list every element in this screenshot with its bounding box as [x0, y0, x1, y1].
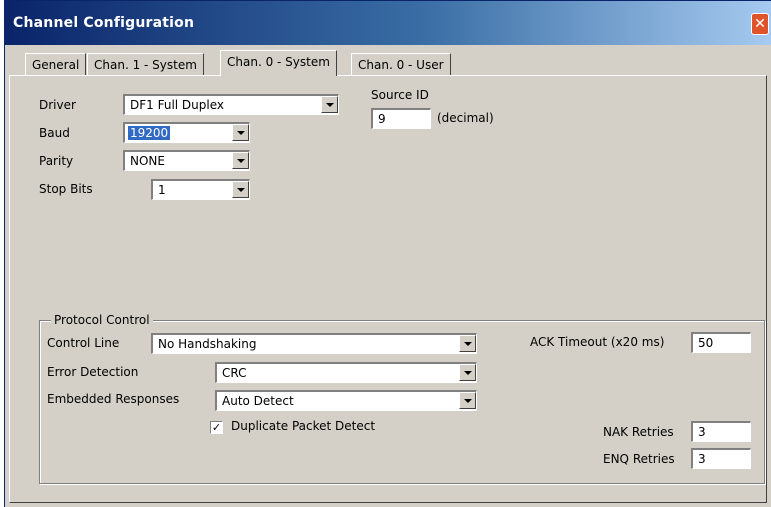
tab-general[interactable]: General: [25, 53, 87, 75]
chevron-down-icon[interactable]: [459, 364, 476, 381]
control-line-select[interactable]: No Handshaking: [151, 333, 477, 354]
source-id-input[interactable]: 9: [371, 108, 431, 129]
duplicate-packet-checkbox[interactable]: ✓: [210, 421, 223, 434]
driver-select[interactable]: DF1 Full Duplex: [123, 94, 339, 115]
ack-timeout-value: 50: [698, 336, 714, 350]
chevron-down-icon[interactable]: [232, 152, 249, 169]
driver-value: DF1 Full Duplex: [130, 98, 224, 112]
protocol-control-title: Protocol Control: [51, 313, 153, 327]
chevron-down-icon[interactable]: [232, 124, 249, 141]
enq-retries-label: ENQ Retries: [603, 452, 675, 466]
close-icon: ✕: [754, 16, 766, 32]
tab-chan0-system[interactable]: Chan. 0 - System: [220, 50, 337, 76]
stop-bits-select[interactable]: 1: [151, 179, 250, 200]
parity-label: Parity: [39, 154, 74, 168]
embedded-responses-label: Embedded Responses: [47, 392, 180, 406]
parity-select[interactable]: NONE: [123, 150, 250, 171]
source-id-value: 9: [378, 112, 386, 126]
title-bar[interactable]: Channel Configuration ✕: [5, 1, 771, 45]
duplicate-packet-label[interactable]: Duplicate Packet Detect: [231, 419, 375, 433]
dialog-window: Channel Configuration ✕ General Chan. 1 …: [4, 0, 771, 507]
control-line-label: Control Line: [47, 336, 120, 350]
ack-timeout-label: ACK Timeout (x20 ms): [530, 335, 665, 349]
tab-chan0-user[interactable]: Chan. 0 - User: [351, 53, 451, 75]
close-button[interactable]: ✕: [751, 13, 769, 35]
control-line-value: No Handshaking: [158, 337, 257, 351]
window-title: Channel Configuration: [13, 15, 195, 31]
chevron-down-icon[interactable]: [459, 335, 476, 352]
error-detection-select[interactable]: CRC: [215, 362, 477, 383]
error-detection-label: Error Detection: [47, 365, 139, 379]
stop-bits-label: Stop Bits: [39, 182, 93, 196]
enq-retries-value: 3: [698, 452, 706, 466]
chevron-down-icon[interactable]: [321, 96, 338, 113]
source-id-unit: (decimal): [437, 111, 494, 125]
embedded-responses-select[interactable]: Auto Detect: [215, 390, 477, 411]
baud-label: Baud: [39, 126, 70, 140]
nak-retries-input[interactable]: 3: [691, 421, 751, 442]
baud-select[interactable]: 19200: [123, 122, 250, 143]
ack-timeout-input[interactable]: 50: [691, 332, 751, 353]
tab-chan1-system[interactable]: Chan. 1 - System: [87, 53, 204, 75]
embedded-responses-value: Auto Detect: [222, 394, 294, 408]
driver-label: Driver: [39, 98, 76, 112]
chevron-down-icon[interactable]: [232, 181, 249, 198]
parity-value: NONE: [130, 154, 165, 168]
nak-retries-label: NAK Retries: [603, 425, 674, 439]
baud-value: 19200: [128, 126, 171, 140]
nak-retries-value: 3: [698, 425, 706, 439]
chevron-down-icon[interactable]: [459, 392, 476, 409]
source-id-label: Source ID: [371, 88, 429, 102]
checkmark-icon: ✓: [211, 421, 222, 434]
error-detection-value: CRC: [222, 366, 247, 380]
stop-bits-value: 1: [158, 183, 166, 197]
enq-retries-input[interactable]: 3: [691, 448, 751, 469]
